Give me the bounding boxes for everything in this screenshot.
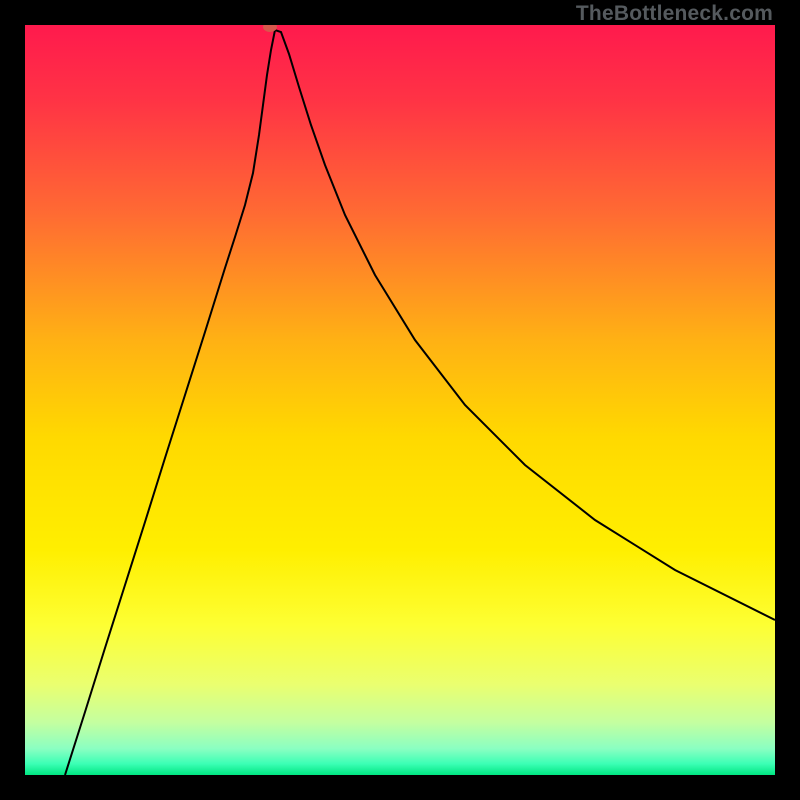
curve-svg [25,25,775,775]
plot-area [25,25,775,775]
watermark-text: TheBottleneck.com [576,2,773,26]
bottleneck-curve [65,30,775,775]
chart-frame: TheBottleneck.com [0,0,800,800]
